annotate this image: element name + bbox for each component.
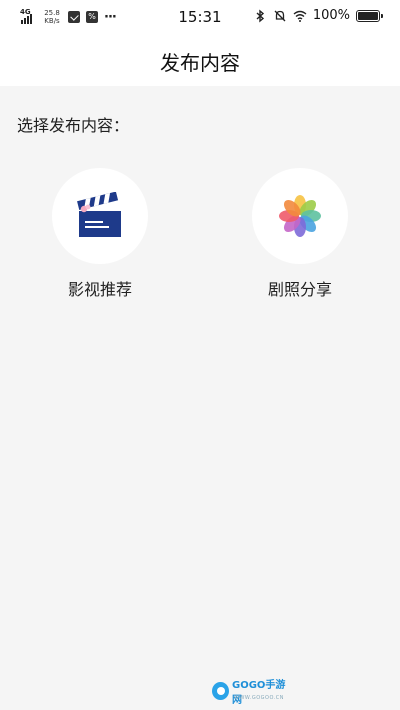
status-bar: 4G 25.8 KB/s % ··· 15:31 100% [0, 0, 400, 34]
wifi-icon [293, 10, 307, 22]
watermark-logo: GOGO手游网 WWW.GOGOO.CN [212, 680, 292, 706]
option-movie-recommend[interactable]: 影视推荐 [30, 168, 170, 308]
watermark-icon [212, 682, 230, 700]
watermark-subtext: WWW.GOGOO.CN [234, 695, 285, 701]
battery-percent: 100% [312, 8, 350, 23]
section-label: 选择发布内容： [17, 116, 130, 135]
title-bar: 发布内容 [0, 34, 400, 86]
option-still-share-circle[interactable] [252, 168, 348, 264]
clapperboard-icon [77, 192, 121, 237]
option-still-share[interactable]: 剧照分享 [230, 168, 370, 308]
photos-flower-icon [279, 195, 321, 237]
status-right: 100% [253, 8, 383, 23]
mute-bell-icon [274, 10, 286, 21]
battery-icon [356, 9, 383, 22]
option-movie-recommend-circle[interactable] [52, 168, 148, 264]
option-label-movie[interactable]: 影视推荐 [30, 276, 170, 300]
option-label-still[interactable]: 剧照分享 [230, 276, 370, 300]
page-title: 发布内容 [160, 51, 240, 75]
bluetooth-icon [256, 9, 264, 22]
watermark-text: GOGO手游网 [232, 680, 286, 706]
